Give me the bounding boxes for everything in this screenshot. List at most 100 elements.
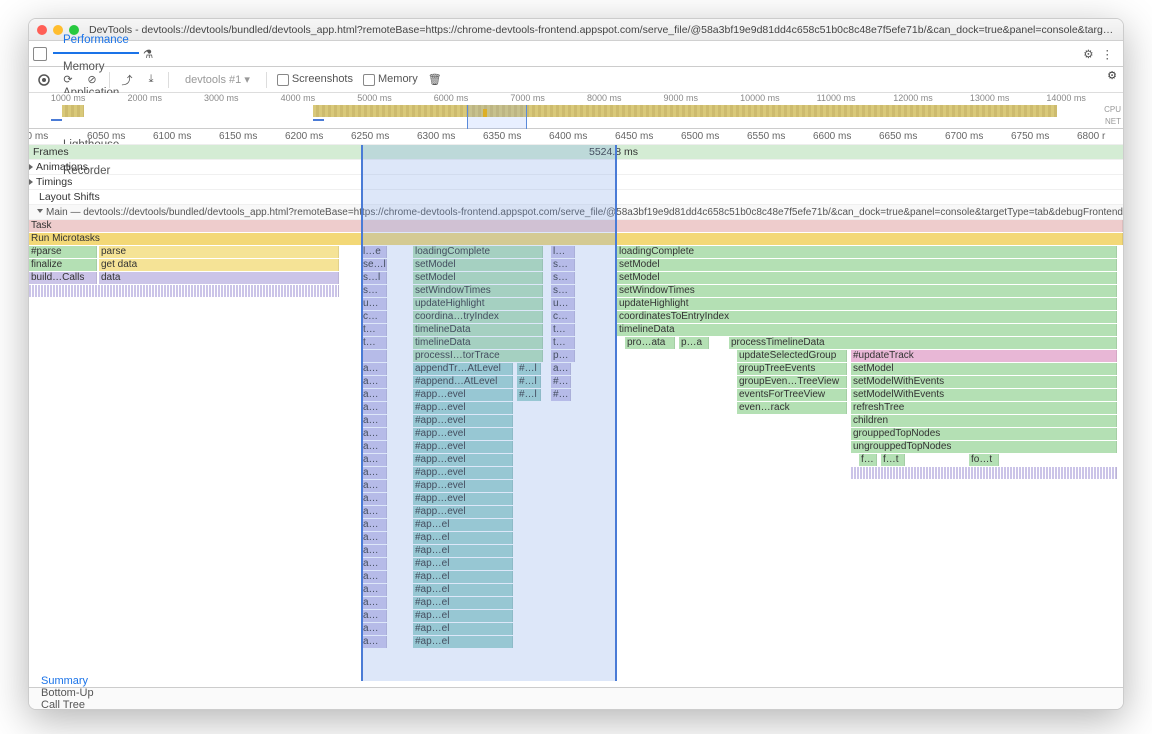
flame-bar[interactable]: #ap…el: [413, 584, 513, 596]
flame-bar[interactable]: children: [851, 415, 1117, 427]
flame-bar[interactable]: a…: [361, 584, 387, 596]
flame-bar[interactable]: t…: [551, 337, 575, 349]
flame-bar[interactable]: a…: [551, 363, 571, 375]
flame-bar[interactable]: eventsForTreeView: [737, 389, 847, 401]
timings-track[interactable]: Timings: [29, 175, 1123, 190]
reload-icon[interactable]: ⟳: [61, 73, 75, 87]
flame-bar[interactable]: fo…t: [969, 454, 999, 466]
flame-bar[interactable]: c…: [361, 311, 387, 323]
flame-bar[interactable]: coordina…tryIndex: [413, 311, 543, 323]
flame-bar[interactable]: #…: [551, 376, 571, 388]
flame-bar[interactable]: a…: [361, 610, 387, 622]
flame-bar[interactable]: a…: [361, 363, 387, 375]
flame-bar[interactable]: a…: [361, 532, 387, 544]
flame-bar[interactable]: p…: [551, 350, 575, 362]
flame-bar[interactable]: a…: [361, 467, 387, 479]
flame-bar[interactable]: setWindowTimes: [617, 285, 1117, 297]
flame-bar[interactable]: #ap…el: [413, 532, 513, 544]
flame-bar[interactable]: l…: [551, 246, 575, 258]
clear-icon[interactable]: ⊘: [85, 73, 99, 87]
flame-bar[interactable]: even…rack: [737, 402, 847, 414]
inspect-icon[interactable]: [33, 47, 47, 61]
flame-bar[interactable]: a…: [361, 402, 387, 414]
flame-bar[interactable]: s…: [551, 272, 575, 284]
flame-bar[interactable]: #parse: [29, 246, 97, 258]
flame-bar[interactable]: a…: [361, 506, 387, 518]
flame-bar[interactable]: timelineData: [413, 337, 543, 349]
flame-bar[interactable]: get data: [99, 259, 339, 271]
microtasks-bar[interactable]: Run Microtasks: [29, 233, 1123, 245]
flame-bar[interactable]: timelineData: [617, 324, 1117, 336]
flame-bar[interactable]: f…: [859, 454, 877, 466]
flame-bar[interactable]: processI…torTrace: [413, 350, 543, 362]
panel-settings-icon[interactable]: ⚙: [1107, 69, 1117, 82]
flame-bar[interactable]: setModel: [413, 259, 543, 271]
flame-bar[interactable]: #app…evel: [413, 480, 513, 492]
flame-bar[interactable]: processTimelineData: [729, 337, 1117, 349]
flame-bar[interactable]: setModel: [617, 272, 1117, 284]
flame-bar[interactable]: setModelWithEvents: [851, 389, 1117, 401]
flame-bar[interactable]: t…: [361, 337, 387, 349]
flame-bar[interactable]: s…: [551, 285, 575, 297]
flame-bar[interactable]: coordinatesToEntryIndex: [617, 311, 1117, 323]
flame-bar[interactable]: p…a: [679, 337, 709, 349]
flame-bar[interactable]: a…: [361, 623, 387, 635]
flame-bar[interactable]: #ap…el: [413, 558, 513, 570]
screenshots-checkbox[interactable]: Screenshots: [277, 73, 353, 85]
flame-bar[interactable]: #ap…el: [413, 545, 513, 557]
record-icon[interactable]: [37, 73, 51, 87]
flame-bar[interactable]: finalize: [29, 259, 97, 271]
main-track-header[interactable]: Main — devtools://devtools/bundled/devto…: [29, 205, 1123, 220]
flame-bar[interactable]: setModel: [851, 363, 1117, 375]
settings-icon[interactable]: ⚙: [1083, 47, 1093, 61]
flame-bar[interactable]: #ap…el: [413, 519, 513, 531]
flame-bar[interactable]: parse: [99, 246, 339, 258]
time-ruler[interactable]: 00 ms6050 ms6100 ms6150 ms6200 ms6250 ms…: [29, 129, 1123, 145]
flame-bar[interactable]: a…: [361, 493, 387, 505]
bottom-tab-summary[interactable]: Summary: [29, 675, 106, 687]
overview-selection[interactable]: [467, 105, 527, 129]
flame-bar[interactable]: #…: [551, 389, 571, 401]
flame-bar[interactable]: #app…evel: [413, 428, 513, 440]
flame-bar[interactable]: #ap…el: [413, 623, 513, 635]
flame-bar[interactable]: pro…ata: [625, 337, 675, 349]
upload-icon[interactable]: ⤴: [120, 73, 134, 87]
flame-bar[interactable]: a…: [361, 545, 387, 557]
flame-bar[interactable]: #app…evel: [413, 415, 513, 427]
flame-bar[interactable]: #app…evel: [413, 454, 513, 466]
flame-bar[interactable]: refreshTree: [851, 402, 1117, 414]
download-icon[interactable]: ⤓: [144, 73, 158, 87]
flame-bar[interactable]: groupEven…TreeView: [737, 376, 847, 388]
flame-bar[interactable]: t…: [551, 324, 575, 336]
flame-bar[interactable]: a…: [361, 558, 387, 570]
flame-bar[interactable]: #app…evel: [413, 467, 513, 479]
flame-bar[interactable]: a…: [361, 415, 387, 427]
flame-bar[interactable]: a…: [361, 428, 387, 440]
layout-shifts-track[interactable]: Layout Shifts: [29, 190, 1123, 205]
flame-bar[interactable]: #updateTrack: [851, 350, 1117, 362]
flame-bar[interactable]: se…l: [361, 259, 387, 271]
flame-bar[interactable]: l…e: [361, 246, 387, 258]
flame-bar[interactable]: #app…evel: [413, 506, 513, 518]
flame-bar[interactable]: a…: [361, 389, 387, 401]
flame-bar[interactable]: build…Calls: [29, 272, 97, 284]
flame-bar[interactable]: groupTreeEvents: [737, 363, 847, 375]
flame-bar[interactable]: #…l: [517, 376, 541, 388]
flame-bar[interactable]: [29, 285, 339, 297]
flame-bar[interactable]: timelineData: [413, 324, 543, 336]
flame-bar[interactable]: a…: [361, 376, 387, 388]
flame-bar[interactable]: setModelWithEvents: [851, 376, 1117, 388]
task-bar[interactable]: Task: [29, 220, 1123, 232]
flame-bar[interactable]: a…: [361, 441, 387, 453]
flame-bar[interactable]: #ap…el: [413, 571, 513, 583]
flame-bar[interactable]: updateHighlight: [413, 298, 543, 310]
flame-bar[interactable]: #app…evel: [413, 402, 513, 414]
flame-bar[interactable]: u…: [551, 298, 575, 310]
flame-bar[interactable]: setModel: [617, 259, 1117, 271]
frames-track[interactable]: Frames 5524.8 ms: [29, 145, 1123, 160]
flame-bar[interactable]: updateHighlight: [617, 298, 1117, 310]
flame-bar[interactable]: a…: [361, 571, 387, 583]
flame-bar[interactable]: #ap…el: [413, 597, 513, 609]
flame-bar[interactable]: setModel: [413, 272, 543, 284]
flame-bar[interactable]: #…l: [517, 363, 541, 375]
